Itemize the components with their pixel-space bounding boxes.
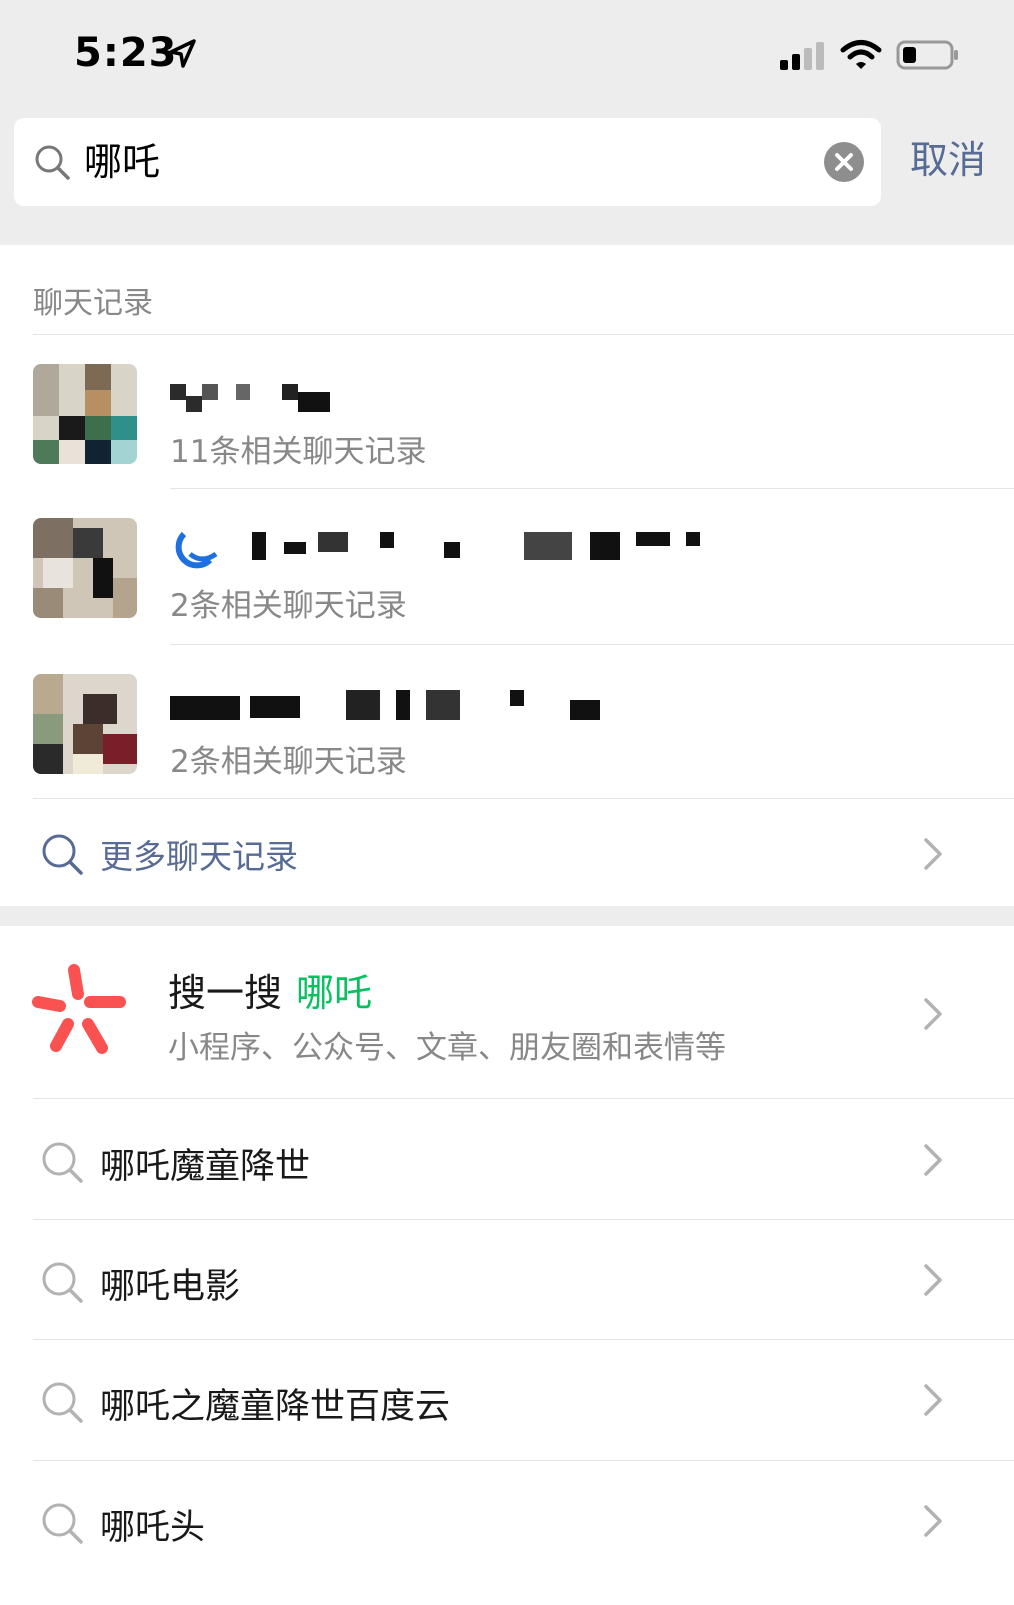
suggestion-label: 哪吒电影 [100,1267,241,1307]
chevron-right-icon [924,838,942,870]
more-chat-records-row[interactable]: 更多聊天记录 [0,800,1014,906]
suggestion-row[interactable]: 哪吒魔童降世 [0,1100,1014,1220]
sou-yi-sou-subtitle: 小程序、公众号、文章、朋友圈和表情等 [168,1030,726,1066]
search-icon [42,834,83,875]
suggestion-label: 哪吒魔童降世 [100,1147,311,1187]
chat-result-subtitle: 2条相关聊天记录 [170,744,407,780]
sou-yi-sou-icon [32,964,126,1054]
divider [33,1098,1014,1099]
chat-name-redacted [170,384,330,412]
cancel-button[interactable]: 取消 [910,134,986,186]
suggestion-label: 哪吒头 [100,1508,206,1548]
chat-records-section-title: 聊天记录 [33,286,153,321]
avatar [33,518,137,618]
location-arrow-icon [169,39,196,68]
search-icon [42,1382,83,1423]
divider [170,644,1014,645]
sou-yi-sou-row[interactable]: 搜一搜 哪吒 小程序、公众号、文章、朋友圈和表情等 [0,926,1014,1100]
search-query: 哪吒 [84,140,161,184]
search-icon [35,145,70,180]
chat-result-row[interactable]: 11条相关聊天记录 [0,336,1014,486]
chat-name-redacted [170,690,600,720]
cellular-signal-icon [780,42,824,70]
chevron-right-icon [924,1264,942,1296]
search-header: 5:23 哪吒 取消 [0,0,1014,245]
close-icon [835,153,853,171]
more-chat-records-label: 更多聊天记录 [100,837,298,876]
chat-result-row[interactable]: 2条相关聊天记录 [0,646,1014,796]
sou-yi-sou-title: 搜一搜 哪吒 [168,962,372,1017]
wifi-icon [840,40,882,69]
search-input[interactable]: 哪吒 [14,118,881,206]
chevron-right-icon [924,1144,942,1176]
divider [170,488,1014,489]
avatar [33,674,137,774]
avatar [33,364,137,464]
chevron-right-icon [924,1505,942,1537]
search-icon [42,1142,83,1183]
chat-result-row[interactable]: 2条相关聊天记录 [0,490,1014,640]
section-gap [0,906,1014,926]
clear-search-button[interactable] [824,142,864,182]
search-icon [42,1503,83,1544]
divider [33,798,1014,799]
chat-result-subtitle: 11条相关聊天记录 [170,434,427,470]
suggestion-label: 哪吒之魔童降世百度云 [100,1387,451,1427]
chevron-right-icon [924,1384,942,1416]
suggestion-row[interactable]: 哪吒头 [0,1461,1014,1581]
chat-name-redacted [175,531,700,569]
sou-yi-sou-keyword: 哪吒 [296,971,373,1015]
battery-icon [896,40,958,70]
sou-yi-sou-label: 搜一搜 [168,971,283,1015]
suggestion-row[interactable]: 哪吒电影 [0,1220,1014,1340]
chevron-right-icon [924,998,942,1030]
status-time: 5:23 [74,30,178,76]
suggestion-row[interactable]: 哪吒之魔童降世百度云 [0,1340,1014,1460]
divider [33,334,1014,335]
search-icon [42,1262,83,1303]
chat-result-subtitle: 2条相关聊天记录 [170,588,407,624]
